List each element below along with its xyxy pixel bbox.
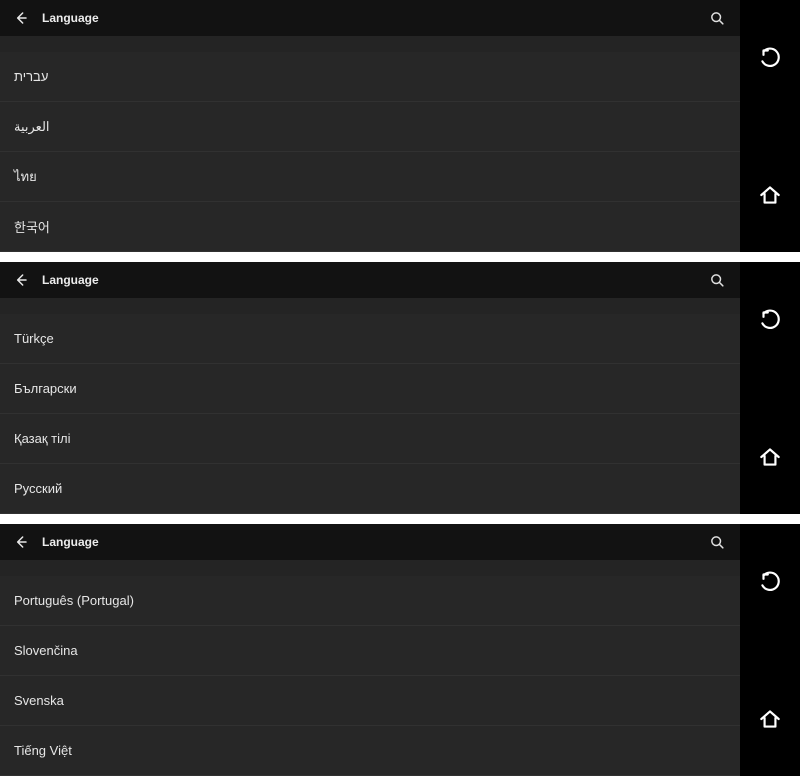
language-row[interactable]: עברית <box>0 52 740 102</box>
main-panel: Language Português (Portugal) Slovenčina Sv… <box>0 524 740 776</box>
language-row[interactable]: Slovenčina <box>0 626 740 676</box>
language-row[interactable]: Türkçe <box>0 314 740 364</box>
page-title: Language <box>42 273 99 287</box>
back-arrow-icon[interactable] <box>8 267 34 293</box>
search-icon[interactable] <box>704 267 730 293</box>
back-arrow-icon[interactable] <box>8 529 34 555</box>
language-row[interactable]: Русский <box>0 464 740 514</box>
language-row[interactable]: Svenska <box>0 676 740 726</box>
language-label: Slovenčina <box>14 643 78 658</box>
header-bar: Language <box>0 0 740 36</box>
language-list: Türkçe Български Қазақ тілі Русский <box>0 298 740 514</box>
header-bar: Language <box>0 524 740 560</box>
search-icon[interactable] <box>704 5 730 31</box>
search-icon[interactable] <box>704 529 730 555</box>
language-screen: Language עברית العربية ไทย 한국어 <box>0 0 800 252</box>
language-row[interactable]: Български <box>0 364 740 414</box>
home-icon[interactable] <box>752 701 788 737</box>
language-row[interactable]: Қазақ тілі <box>0 414 740 464</box>
language-row[interactable]: ไทย <box>0 152 740 202</box>
language-label: Қазақ тілі <box>14 431 70 446</box>
undo-icon[interactable] <box>752 301 788 337</box>
language-label: 한국어 <box>14 217 50 236</box>
back-arrow-icon[interactable] <box>8 5 34 31</box>
language-label: Português (Portugal) <box>14 593 134 608</box>
list-spacer <box>0 298 740 314</box>
language-label: ไทย <box>14 166 37 187</box>
home-icon[interactable] <box>752 439 788 475</box>
language-row[interactable]: العربية <box>0 102 740 152</box>
language-row[interactable]: 한국어 <box>0 202 740 252</box>
list-spacer <box>0 36 740 52</box>
language-label: العربية <box>14 119 50 135</box>
language-label: Türkçe <box>14 331 54 346</box>
language-row[interactable]: Tiếng Việt <box>0 726 740 776</box>
undo-icon[interactable] <box>752 39 788 75</box>
home-icon[interactable] <box>752 177 788 213</box>
language-screen: Language Português (Portugal) Slovenčina Sv… <box>0 524 800 776</box>
language-label: Русский <box>14 481 62 496</box>
main-panel: Language עברית العربية ไทย 한국어 <box>0 0 740 252</box>
language-list: עברית العربية ไทย 한국어 <box>0 36 740 252</box>
undo-icon[interactable] <box>752 563 788 599</box>
language-row[interactable]: Português (Portugal) <box>0 576 740 626</box>
language-label: Svenska <box>14 693 64 708</box>
system-sidebar <box>740 524 800 776</box>
main-panel: Language Türkçe Български Қазақ тілі Русский <box>0 262 740 514</box>
system-sidebar <box>740 0 800 252</box>
header-bar: Language <box>0 262 740 298</box>
page-title: Language <box>42 535 99 549</box>
language-label: Български <box>14 381 77 396</box>
language-list: Português (Portugal) Slovenčina Svenska Tiế… <box>0 560 740 776</box>
system-sidebar <box>740 262 800 514</box>
language-label: עברית <box>14 69 48 84</box>
language-label: Tiếng Việt <box>14 743 72 758</box>
list-spacer <box>0 560 740 576</box>
language-screen: Language Türkçe Български Қазақ тілі Русский <box>0 262 800 514</box>
page-title: Language <box>42 11 99 25</box>
